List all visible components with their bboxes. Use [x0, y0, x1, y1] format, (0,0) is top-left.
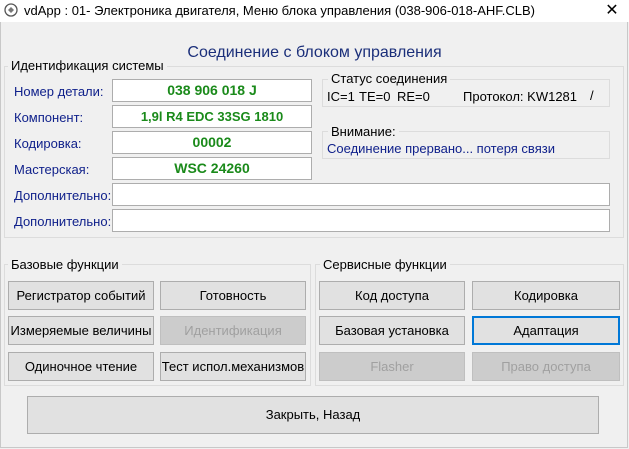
window-title: vdApp : 01- Электроника двигателя, Меню …: [24, 3, 536, 18]
close-back-button[interactable]: Закрыть, Назад: [27, 396, 599, 434]
activity-indicator: /: [590, 88, 594, 103]
service-functions-label: Сервисные функции: [320, 257, 450, 272]
basic-setting-button[interactable]: Базовая установка: [319, 316, 465, 345]
single-read-button[interactable]: Одиночное чтение: [8, 352, 154, 381]
coding-button[interactable]: Кодировка: [472, 281, 620, 310]
basic-functions-label: Базовые функции: [8, 257, 122, 272]
warning-message: Соединение прервано... потеря связи: [327, 141, 555, 156]
te-status: TE=0: [359, 89, 391, 104]
warning-label: Внимание:: [328, 124, 399, 139]
protocol-status: Протокол: KW1281: [463, 89, 578, 104]
access-rights-button[interactable]: Право доступа: [472, 352, 620, 381]
coding-field[interactable]: 00002: [112, 131, 312, 154]
actuator-test-button[interactable]: Тест испол.механизмов: [160, 352, 306, 381]
app-logo-icon: [4, 3, 18, 17]
workshop-field[interactable]: WSC 24260: [112, 157, 312, 180]
re-status: RE=0: [397, 89, 430, 104]
component-field[interactable]: 1,9l R4 EDC 33SG 1810: [112, 105, 312, 128]
identification-button[interactable]: Идентификация: [160, 316, 306, 345]
adaptation-button[interactable]: Адаптация: [472, 316, 620, 345]
part-number-field[interactable]: 038 906 018 J: [112, 79, 312, 102]
extra-field-1[interactable]: [112, 183, 610, 206]
close-window-button[interactable]: ✕: [595, 0, 629, 22]
identification-group-label: Идентификация системы: [8, 58, 167, 73]
flasher-button[interactable]: Flasher: [319, 352, 465, 381]
workshop-label: Мастерская:: [14, 162, 90, 177]
title-bar: vdApp : 01- Электроника двигателя, Меню …: [0, 0, 629, 22]
part-number-label: Номер детали:: [14, 84, 104, 99]
event-logger-button[interactable]: Регистратор событий: [8, 281, 154, 310]
extra-field-2[interactable]: [112, 209, 610, 232]
extra-label-2: Дополнительно:: [14, 214, 112, 229]
access-code-button[interactable]: Код доступа: [319, 281, 465, 310]
readiness-button[interactable]: Готовность: [160, 281, 306, 310]
connection-status-label: Статус соединения: [328, 71, 451, 86]
measured-values-button[interactable]: Измеряемые величины: [8, 316, 154, 345]
coding-label: Кодировка:: [14, 136, 82, 151]
component-label: Компонент:: [14, 110, 84, 125]
extra-label-1: Дополнительно:: [14, 188, 112, 203]
ic-status: IC=1: [327, 89, 355, 104]
